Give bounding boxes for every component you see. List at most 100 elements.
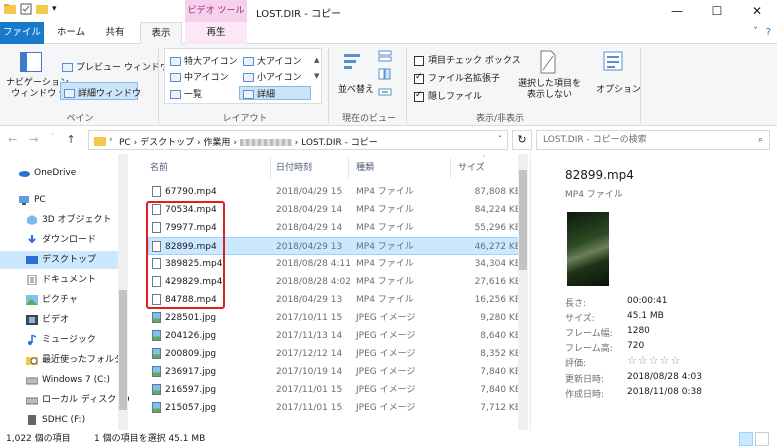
address-chevron-icon[interactable]: › bbox=[109, 135, 113, 145]
nav-item-music[interactable]: ミュージック bbox=[0, 331, 118, 349]
file-date: 2018/04/29 14 bbox=[276, 205, 343, 215]
file-list-scrollbar-thumb[interactable] bbox=[519, 170, 527, 270]
context-tab-header: ビデオ ツール bbox=[185, 0, 247, 22]
layout-scroll-down-icon[interactable]: ▼ bbox=[314, 72, 319, 80]
column-header-name[interactable]: 名前 bbox=[150, 160, 168, 173]
column-header-date[interactable]: 日付時刻 bbox=[276, 160, 312, 173]
hide-selected-button[interactable]: 選択した項目を 表示しない bbox=[518, 79, 581, 101]
tab-home[interactable]: ホーム bbox=[50, 22, 92, 44]
nav-item-recent-folders[interactable]: 最近使ったフォルダ bbox=[0, 351, 123, 369]
customize-qat-icon[interactable]: ▾ bbox=[52, 4, 57, 14]
help-icon[interactable]: ? bbox=[766, 27, 771, 38]
properties-icon[interactable] bbox=[20, 3, 32, 15]
hidden-items-checkbox[interactable] bbox=[414, 90, 424, 102]
column-separator[interactable] bbox=[450, 158, 451, 178]
sort-by-icon[interactable] bbox=[342, 50, 364, 72]
large-icons-view-icon[interactable] bbox=[755, 432, 769, 446]
file-size: 7,712 KB bbox=[480, 403, 521, 413]
nav-item-drive-c[interactable]: Windows 7 (C:) bbox=[0, 371, 118, 389]
item-checkboxes-label: 項目チェック ボックス bbox=[428, 56, 521, 66]
tab-view[interactable]: 表示 bbox=[140, 22, 182, 44]
prop-label: 評価: bbox=[565, 359, 587, 369]
tab-file[interactable]: ファイル bbox=[0, 22, 44, 44]
nav-item-desktop[interactable]: デスクトップ bbox=[0, 251, 118, 269]
layout-medium-icons[interactable]: 中アイコン bbox=[170, 70, 229, 83]
sort-by-button[interactable]: 並べ替え bbox=[338, 82, 374, 95]
address-bar[interactable]: › PC › デスクトップ › 作業用 › › LOST.DIR - コピー ˇ bbox=[88, 130, 508, 150]
table-row[interactable]: 200809.jpg 2017/12/12 14 JPEG イメージ 8,352 KB bbox=[148, 345, 525, 363]
extra-large-icons-icon bbox=[170, 57, 181, 66]
table-row[interactable]: 236917.jpg 2017/10/19 14 JPEG イメージ 7,840 KB bbox=[148, 363, 525, 381]
new-folder-icon[interactable] bbox=[36, 3, 48, 15]
column-header-size[interactable]: サイズ bbox=[458, 160, 485, 173]
file-extensions-checkbox[interactable] bbox=[414, 72, 424, 84]
column-separator[interactable] bbox=[270, 158, 271, 178]
nav-item-videos[interactable]: ビデオ bbox=[0, 311, 118, 329]
maximize-button[interactable]: ☐ bbox=[697, 0, 737, 22]
nav-item-onedrive[interactable]: OneDrive bbox=[0, 164, 118, 182]
hide-selected-icon[interactable] bbox=[538, 50, 558, 74]
recent-locations-icon[interactable]: ˇ bbox=[50, 133, 54, 146]
options-icon[interactable] bbox=[602, 50, 624, 72]
minimize-button[interactable]: — bbox=[657, 0, 697, 22]
nav-item-3d-objects[interactable]: 3D オブジェクト bbox=[0, 211, 118, 229]
file-type: MP4 ファイル bbox=[356, 205, 414, 215]
nav-item-documents[interactable]: ドキュメント bbox=[0, 271, 118, 289]
layout-scroll-up-icon[interactable]: ▲ bbox=[314, 56, 319, 64]
item-checkboxes-toggle[interactable]: 項目チェック ボックス bbox=[414, 53, 521, 66]
layout-large-icons[interactable]: 大アイコン bbox=[243, 54, 302, 67]
layout-extra-large-icons[interactable]: 特大アイコン bbox=[170, 54, 238, 67]
file-name: 228501.jpg bbox=[165, 313, 217, 323]
status-item-count: 1,022 個の項目 bbox=[6, 434, 71, 444]
size-columns-icon[interactable] bbox=[378, 86, 392, 98]
layout-details[interactable]: 詳細 bbox=[243, 87, 275, 100]
details-pane-button[interactable]: 詳細ウィンドウ bbox=[64, 86, 141, 99]
back-arrow-icon[interactable]: ← bbox=[8, 133, 17, 146]
file-type: JPEG イメージ bbox=[356, 367, 416, 377]
nav-item-drive-d[interactable]: ローカル ディスク (D bbox=[0, 391, 130, 409]
tab-play[interactable]: 再生 bbox=[185, 22, 247, 44]
table-row[interactable]: 215057.jpg 2017/11/01 15 JPEG イメージ 7,712 KB bbox=[148, 399, 525, 417]
path-desktop[interactable]: デスクトップ bbox=[140, 138, 194, 148]
layout-list[interactable]: 一覧 bbox=[170, 87, 202, 100]
details-view-icon[interactable] bbox=[739, 432, 753, 446]
hidden-items-toggle[interactable]: 隠しファイル bbox=[414, 89, 482, 102]
path-work[interactable]: 作業用 bbox=[203, 138, 230, 148]
table-row[interactable]: 67790.mp4 2018/04/29 15 MP4 ファイル 87,808 KB bbox=[148, 183, 525, 201]
nav-item-pictures[interactable]: ピクチャ bbox=[0, 291, 118, 309]
refresh-button[interactable]: ↻ bbox=[512, 130, 532, 150]
table-row[interactable]: 204126.jpg 2017/11/13 14 JPEG イメージ 8,640 KB bbox=[148, 327, 525, 345]
group-by-icon[interactable] bbox=[378, 50, 392, 62]
add-columns-icon[interactable] bbox=[378, 68, 392, 80]
column-header-type[interactable]: 種類 bbox=[356, 160, 374, 173]
table-row[interactable]: 228501.jpg 2017/10/11 15 JPEG イメージ 9,280 KB bbox=[148, 309, 525, 327]
up-arrow-icon[interactable]: ↑ bbox=[66, 133, 75, 146]
address-dropdown-icon[interactable]: ˇ bbox=[498, 135, 502, 144]
item-checkboxes-checkbox[interactable] bbox=[414, 55, 424, 66]
nav-item-downloads[interactable]: ダウンロード bbox=[0, 231, 118, 249]
navigation-pane-icon[interactable] bbox=[20, 52, 42, 72]
nav-videos-label: ビデオ bbox=[42, 315, 70, 325]
tab-share[interactable]: 共有 bbox=[96, 22, 134, 44]
nav-item-sdhc[interactable]: SDHC (F:) bbox=[0, 411, 118, 429]
layout-small-icons[interactable]: 小アイコン bbox=[243, 70, 302, 83]
close-button[interactable]: ✕ bbox=[737, 0, 777, 22]
path-folder[interactable]: LOST.DIR - コピー bbox=[301, 138, 378, 148]
rating-stars[interactable]: ☆☆☆☆☆ bbox=[627, 354, 681, 367]
options-button[interactable]: オプション bbox=[596, 82, 641, 95]
forward-arrow-icon[interactable]: → bbox=[29, 133, 38, 146]
table-row[interactable]: 216597.jpg 2017/11/01 15 JPEG イメージ 7,840 KB bbox=[148, 381, 525, 399]
file-extensions-toggle[interactable]: ファイル名拡張子 bbox=[414, 71, 500, 84]
nav-item-pc[interactable]: PC bbox=[0, 191, 118, 209]
file-date: 2018/04/29 13 bbox=[276, 242, 343, 252]
preview-pane-label: プレビュー ウィンドウ bbox=[76, 63, 169, 73]
preview-pane-button[interactable]: プレビュー ウィンドウ bbox=[62, 60, 169, 73]
collapse-ribbon-icon[interactable]: ˇ bbox=[753, 27, 758, 38]
column-separator[interactable] bbox=[348, 158, 349, 178]
nav-scrollbar-thumb[interactable] bbox=[119, 290, 127, 410]
file-date: 2017/10/19 14 bbox=[276, 367, 343, 377]
nav-documents-label: ドキュメント bbox=[42, 275, 97, 285]
details-icon bbox=[243, 90, 254, 99]
search-box[interactable]: LOST.DIR - コピーの検索 ⌕ bbox=[536, 130, 770, 150]
path-pc[interactable]: PC bbox=[119, 138, 131, 148]
